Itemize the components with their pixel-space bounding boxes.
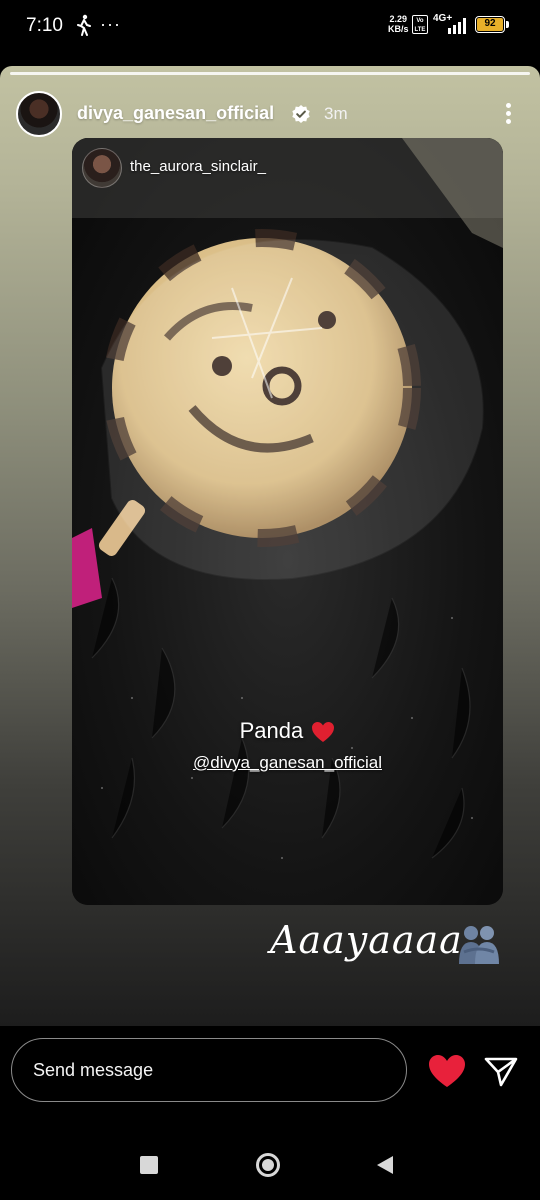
red-heart-icon — [312, 722, 335, 743]
status-time: 7:10 — [26, 15, 63, 36]
signal-icon — [448, 18, 466, 34]
story-avatar[interactable] — [16, 91, 62, 137]
system-nav-bar — [0, 1126, 540, 1200]
story-progress-bar — [10, 72, 530, 75]
verified-badge-icon — [292, 105, 310, 123]
story-footer: Send message — [0, 1026, 540, 1126]
shared-post-caption: Panda — [72, 718, 503, 744]
walking-icon — [77, 14, 91, 36]
network-speed-value: 2.29 — [389, 14, 408, 24]
story-time-ago: 3m — [324, 104, 348, 123]
battery-level: 92 — [477, 18, 503, 31]
lollipop-photo — [72, 138, 503, 905]
volte-icon: Vo LTE — [412, 15, 428, 34]
network-speed-unit: KB/s — [388, 24, 409, 34]
status-bar: 7:10 ··· 2.29 KB/s Vo LTE 4G+ 92 — [0, 0, 540, 56]
send-message-placeholder: Send message — [33, 1060, 154, 1080]
shared-post-card[interactable]: the_aurora_sinclair_ Panda @divya_ganesa… — [72, 138, 503, 905]
battery-tip — [506, 21, 509, 28]
network-speed: 2.29 KB/s — [388, 14, 409, 34]
people-hugging-icon — [459, 926, 499, 964]
story-username[interactable]: divya_ganesan_official — [77, 103, 274, 124]
home-button[interactable] — [255, 1152, 281, 1178]
send-icon[interactable] — [483, 1054, 519, 1090]
shared-post-username[interactable]: the_aurora_sinclair_ — [130, 158, 266, 175]
battery-icon: 92 — [475, 16, 505, 33]
send-message-input[interactable]: Send message — [11, 1038, 407, 1102]
story-viewer[interactable]: divya_ganesan_official 3m the_aurora_sin… — [0, 66, 540, 1026]
back-button[interactable] — [375, 1154, 395, 1176]
shared-post-avatar[interactable] — [82, 148, 122, 188]
caption-text: Panda — [239, 718, 304, 743]
like-heart-icon[interactable] — [428, 1054, 466, 1088]
mention-link[interactable]: @divya_ganesan_official — [72, 753, 503, 773]
recent-apps-button[interactable] — [140, 1156, 158, 1174]
more-options-icon[interactable] — [498, 100, 518, 128]
story-text: Aaayaaaa — [270, 918, 463, 962]
more-notifications-icon: ··· — [100, 14, 121, 34]
